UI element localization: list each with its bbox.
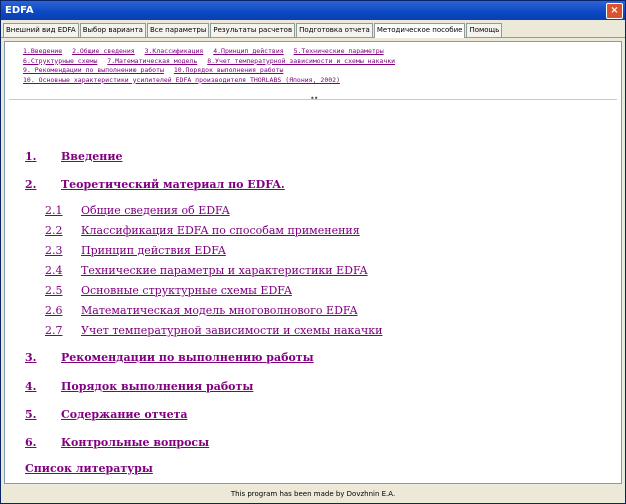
title-bar[interactable]: EDFA × (1, 1, 625, 20)
subsection-link[interactable]: 2.4 Технические параметры и характеристик… (45, 264, 368, 277)
section-label: Содержание отчета (61, 408, 188, 421)
section-link-bibliography[interactable]: Список литературы (25, 462, 153, 475)
toc-link[interactable]: 5.Технические параметры (294, 47, 384, 55)
subsection-label: Учет температурной зависимости и схемы н… (81, 324, 383, 337)
subsection-number: 2.5 (45, 284, 63, 297)
section-link-theory[interactable]: 2. Теоретический материал по EDFA. (25, 178, 285, 191)
toc-link[interactable]: 4.Принцип действия (213, 47, 283, 55)
section-number: 4. (25, 380, 37, 393)
section-number: 3. (25, 351, 37, 364)
app-window: EDFA × Внешний вид EDFA Выбор варианта В… (0, 0, 626, 504)
toc-link[interactable]: 3.Классификация (145, 47, 204, 55)
section-label: Введение (61, 150, 123, 163)
manual-content[interactable]: 1.Введение 2.Общие сведения 3.Классифика… (4, 41, 622, 484)
section-link-recommendations[interactable]: 3. Рекомендации по выполнению работы (25, 351, 314, 364)
section-number: 2. (25, 178, 37, 191)
toc-link[interactable]: 7.Математическая модель (107, 57, 197, 65)
tab-variant[interactable]: Выбор варианта (79, 23, 146, 37)
status-bar: This program has been made by Dovzhnin E… (1, 484, 625, 503)
status-text: This program has been made by Dovzhnin E… (230, 489, 396, 498)
toc-link[interactable]: 9. Рекомендации по выполнению работы (23, 66, 164, 74)
subsection-link[interactable]: 2.5 Основные структурные схемы EDFA (45, 284, 292, 297)
section-label: Теоретический материал по EDFA. (61, 178, 285, 191)
toc-link[interactable]: 10.Порядок выполнения работы (174, 66, 284, 74)
section-link-intro[interactable]: 1. Введение (25, 150, 122, 163)
section-link-questions[interactable]: 6. Контрольные вопросы (25, 436, 209, 449)
subsection-label: Классификация EDFA по способам применени… (81, 224, 360, 237)
toc-link[interactable]: 1.Введение (23, 47, 62, 55)
subsection-number: 2.6 (45, 304, 63, 317)
window-title: EDFA (5, 5, 34, 16)
section-number: 6. (25, 436, 37, 449)
tab-results[interactable]: Результаты расчетов (210, 23, 296, 37)
subsection-link[interactable]: 2.2 Классификация EDFA по способам примен… (45, 224, 360, 237)
subsection-label: Технические параметры и характеристики E… (81, 264, 368, 277)
subsection-number: 2.4 (45, 264, 63, 277)
subsection-label: Общие сведения об EDFA (81, 204, 230, 217)
tab-report[interactable]: Подготовка отчета (296, 23, 373, 37)
subsection-link[interactable]: 2.3 Принцип действия EDFA (45, 244, 226, 257)
toc-link[interactable]: 6.Структурные схемы (23, 57, 97, 65)
toc-line: 9. Рекомендации по выполнению работы 10.… (23, 66, 613, 76)
divider-dots: •• (310, 94, 319, 103)
subsection-number: 2.7 (45, 324, 63, 337)
subsection-label: Математическая модель многоволнового EDF… (81, 304, 358, 317)
tab-manual[interactable]: Методическое пособие (373, 23, 466, 38)
toc-line: 10. Основные характеристики усилителей E… (23, 76, 613, 86)
subsection-link[interactable]: 2.7 Учет температурной зависимости и схем… (45, 324, 382, 337)
tab-parameters[interactable]: Все параметры (146, 23, 210, 37)
tab-bar: Внешний вид EDFA Выбор варианта Все пара… (1, 20, 625, 38)
subsection-label: Основные структурные схемы EDFA (81, 284, 292, 297)
toc-link[interactable]: 2.Общие сведения (72, 47, 135, 55)
subsection-link[interactable]: 2.6 Математическая модель многоволнового … (45, 304, 358, 317)
toc-line: 6.Структурные схемы 7.Математическая мод… (23, 57, 613, 67)
toc-line: 1.Введение 2.Общие сведения 3.Классифика… (23, 47, 613, 57)
section-label: Порядок выполнения работы (61, 380, 254, 393)
subsection-number: 2.3 (45, 244, 63, 257)
subsection-number: 2.1 (45, 204, 63, 217)
section-link-report[interactable]: 5. Содержание отчета (25, 408, 188, 421)
toc-link[interactable]: 10. Основные характеристики усилителей E… (23, 76, 340, 84)
subsection-link[interactable]: 2.1 Общие сведения об EDFA (45, 204, 230, 217)
toc-links: 1.Введение 2.Общие сведения 3.Классифика… (5, 42, 621, 85)
section-number: 1. (25, 150, 37, 163)
tab-appearance[interactable]: Внешний вид EDFA (3, 23, 79, 37)
subsection-label: Принцип действия EDFA (81, 244, 226, 257)
section-label: Рекомендации по выполнению работы (61, 351, 314, 364)
toc-link[interactable]: 8.Учет температурной зависимости и схемы… (207, 57, 395, 65)
tab-help[interactable]: Помощь (466, 23, 503, 37)
section-link-procedure[interactable]: 4. Порядок выполнения работы (25, 380, 253, 393)
subsection-number: 2.2 (45, 224, 63, 237)
section-label: Список литературы (25, 462, 153, 475)
section-label: Контрольные вопросы (61, 436, 210, 449)
close-button[interactable]: × (606, 2, 623, 19)
section-number: 5. (25, 408, 37, 421)
